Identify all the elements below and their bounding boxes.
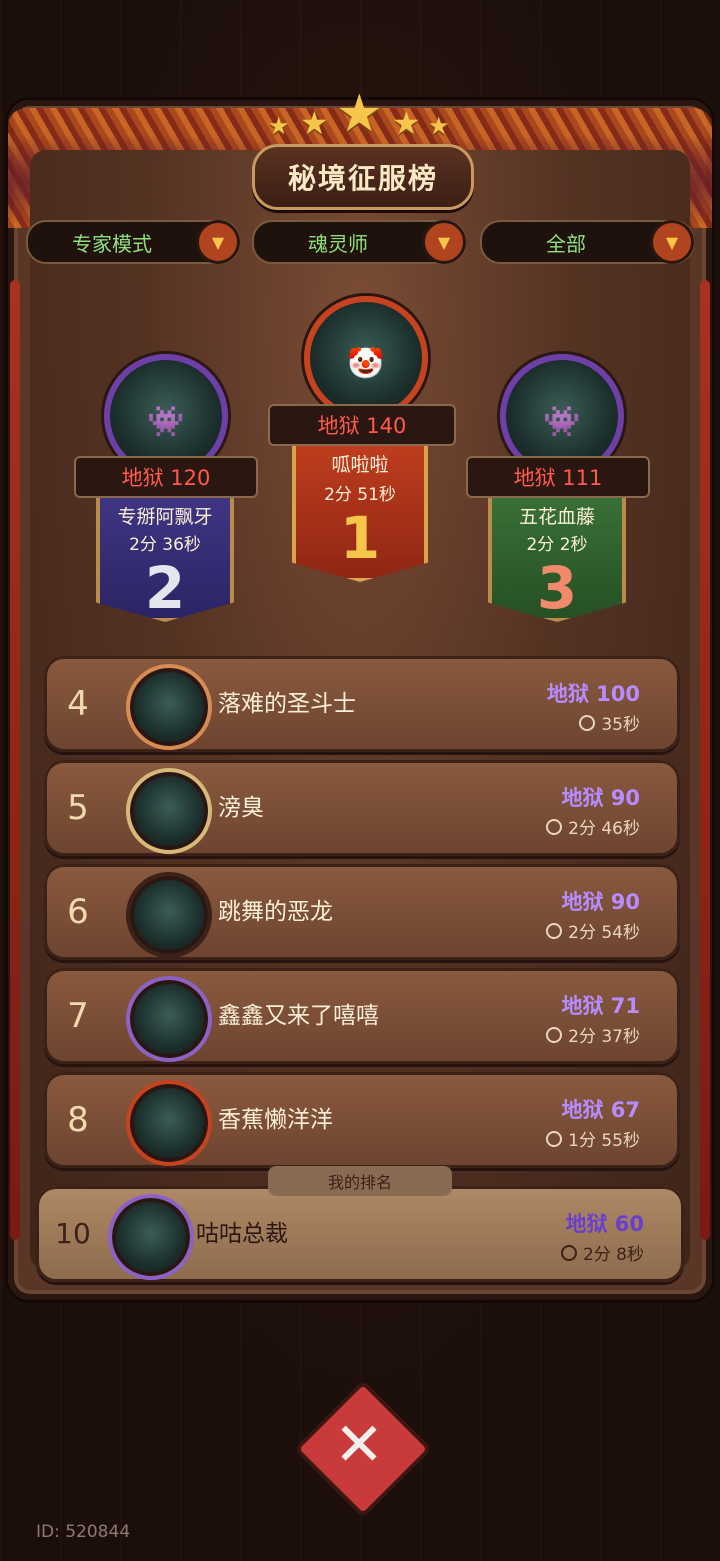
- star-icon: ★: [336, 84, 383, 144]
- table-row[interactable]: 6 跳舞的恶龙 地狱 90 2分 54秒: [44, 864, 680, 960]
- avatar: 🤡: [304, 296, 428, 420]
- table-row[interactable]: 8 香蕉懒洋洋 地狱 67 1分 55秒: [44, 1072, 680, 1168]
- podium-first-time: 2分 51秒: [324, 485, 396, 505]
- filter-mode-label: 专家模式: [72, 231, 152, 256]
- avatar: [126, 664, 212, 750]
- character-portrait-icon: 🤡: [347, 346, 385, 382]
- row-score: 地狱 71: [561, 994, 640, 1018]
- filter-class-dropdown[interactable]: 魂灵师 ▼: [252, 220, 466, 264]
- my-rank-time: 2分 8秒: [560, 1240, 644, 1265]
- row-time: 2分 54秒: [546, 918, 640, 943]
- row-name: 香蕉懒洋洋: [218, 1107, 333, 1133]
- row-time: 2分 37秒: [546, 1022, 640, 1047]
- chevron-down-icon[interactable]: ▼: [650, 220, 694, 264]
- avatar: [108, 1194, 194, 1280]
- podium-second-score: 地狱 120: [74, 456, 258, 498]
- filter-scope-dropdown[interactable]: 全部 ▼: [480, 220, 694, 264]
- podium-third-score: 地狱 111: [466, 456, 650, 498]
- left-rail-decoration: [10, 280, 20, 1240]
- star-icon: ★: [392, 104, 421, 142]
- podium-first-rank: 1: [339, 504, 381, 572]
- close-icon[interactable]: ✕: [314, 1400, 404, 1490]
- row-rank: 8: [67, 1100, 89, 1140]
- row-rank: 4: [67, 684, 89, 724]
- row-rank: 6: [67, 892, 89, 932]
- row-score: 地狱 100: [546, 682, 640, 706]
- table-row[interactable]: 7 鑫鑫又来了嘻嘻 地狱 71 2分 37秒: [44, 968, 680, 1064]
- filter-mode-dropdown[interactable]: 专家模式 ▼: [26, 220, 240, 264]
- podium-first-name: 呱啦啦: [331, 454, 389, 476]
- star-icon: ★: [268, 112, 290, 140]
- row-name: 鑫鑫又来了嘻嘻: [218, 1003, 379, 1029]
- podium-second-name: 专掰阿飘牙: [117, 506, 213, 528]
- row-name: 滂臭: [218, 795, 264, 821]
- clock-icon: [546, 1027, 563, 1043]
- podium-third-name: 五花血藤: [518, 506, 595, 528]
- podium-third-time: 2分 2秒: [526, 535, 588, 555]
- row-time: 1分 55秒: [546, 1126, 640, 1151]
- my-rank-row[interactable]: 10 咕咕总裁 地狱 60 2分 8秒: [36, 1186, 684, 1282]
- podium-first-score: 地狱 140: [268, 404, 456, 446]
- character-portrait-icon: 👾: [147, 404, 185, 440]
- podium-third-rank: 3: [536, 554, 578, 622]
- user-id: ID: 520844: [36, 1522, 131, 1542]
- clock-icon: [546, 923, 563, 939]
- my-rank-tab: 我的排名: [268, 1166, 452, 1196]
- clock-icon: [579, 715, 596, 731]
- avatar: [126, 1080, 212, 1166]
- row-score: 地狱 90: [561, 890, 640, 914]
- clock-icon: [546, 819, 563, 835]
- right-rail-decoration: [700, 280, 710, 1240]
- row-score: 地狱 90: [561, 786, 640, 810]
- star-icon: ★: [428, 112, 450, 140]
- star-row: ★ ★ ★ ★ ★: [268, 84, 452, 144]
- row-time: 35秒: [579, 710, 640, 735]
- row-time: 2分 46秒: [546, 814, 640, 839]
- filter-class-label: 魂灵师: [308, 231, 368, 256]
- clock-icon: [546, 1131, 563, 1147]
- character-portrait-icon: 👾: [543, 404, 581, 440]
- chevron-down-icon[interactable]: ▼: [196, 220, 240, 264]
- clock-icon: [560, 1245, 577, 1261]
- avatar: [126, 872, 212, 958]
- row-score: 地狱 67: [561, 1098, 640, 1122]
- podium-second-time: 2分 36秒: [129, 535, 201, 555]
- page-title: 秘境征服榜: [252, 144, 474, 210]
- table-row[interactable]: 4 落难的圣斗士 地狱 100 35秒: [44, 656, 680, 752]
- filter-scope-label: 全部: [546, 231, 586, 256]
- table-row[interactable]: 5 滂臭 地狱 90 2分 46秒: [44, 760, 680, 856]
- star-icon: ★: [300, 104, 329, 142]
- my-rank-name: 咕咕总裁: [196, 1221, 288, 1247]
- avatar: [126, 768, 212, 854]
- chevron-down-icon[interactable]: ▼: [422, 220, 466, 264]
- podium-second-rank: 2: [144, 554, 186, 622]
- my-rank-number: 10: [55, 1217, 91, 1250]
- row-name: 落难的圣斗士: [218, 691, 356, 717]
- row-rank: 5: [67, 788, 89, 828]
- row-rank: 7: [67, 996, 89, 1036]
- my-rank-score: 地狱 60: [565, 1212, 644, 1236]
- row-name: 跳舞的恶龙: [218, 899, 333, 925]
- avatar: [126, 976, 212, 1062]
